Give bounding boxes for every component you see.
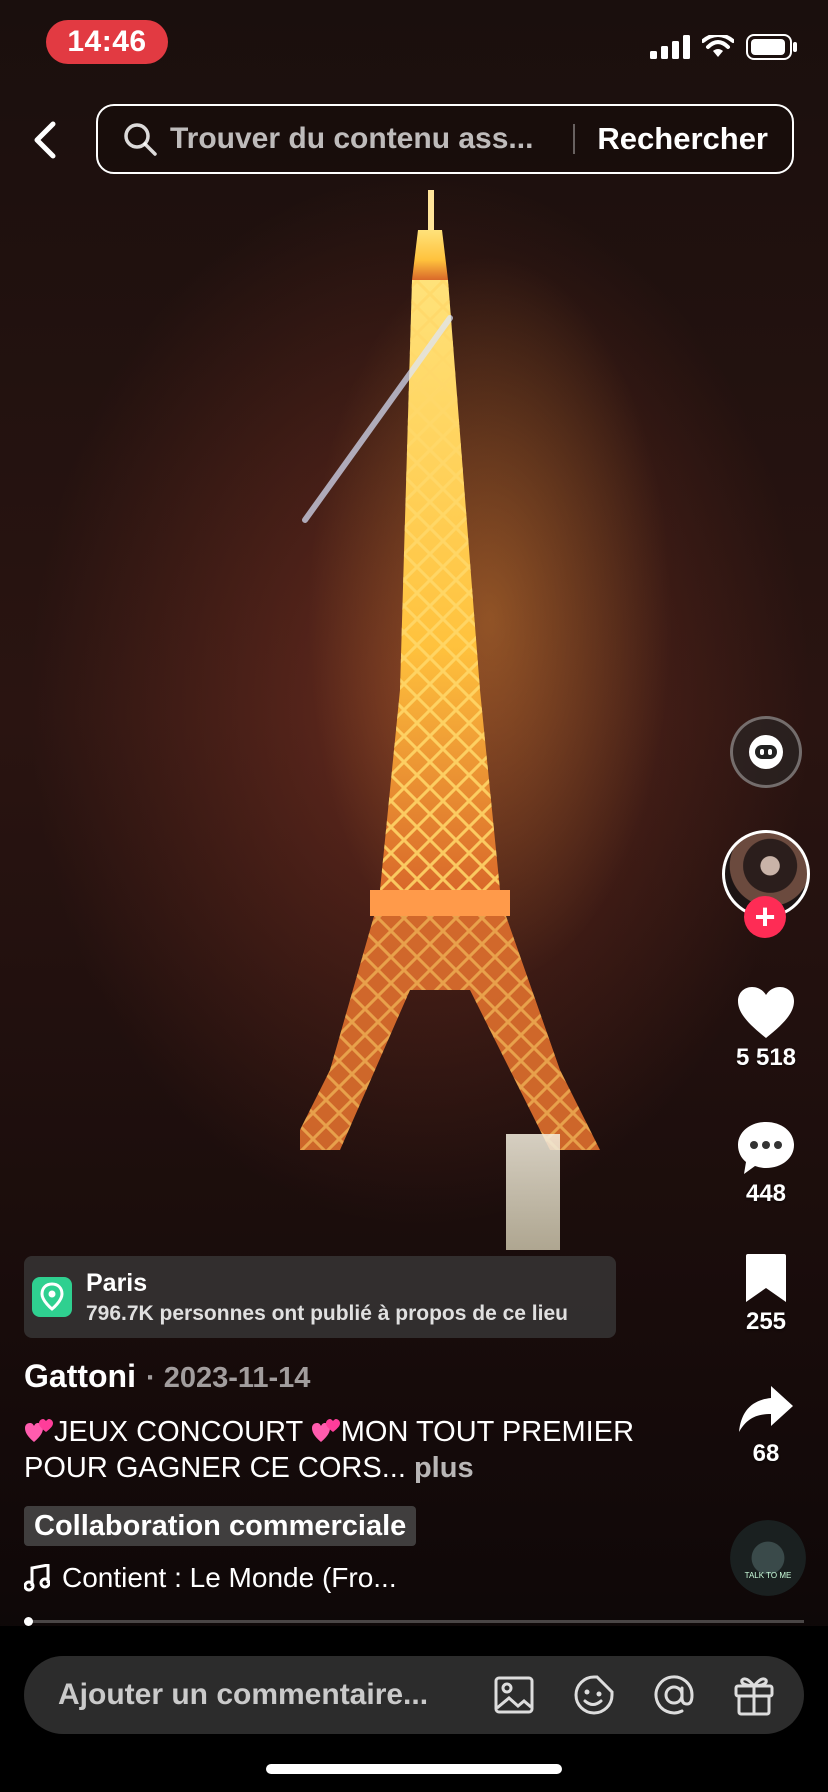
music-disc-label: TALK TO ME xyxy=(744,1571,792,1580)
save-count: 255 xyxy=(745,1308,787,1335)
save-button[interactable]: 255 xyxy=(722,1252,810,1336)
comment-bar[interactable]: Ajouter un commentaire... xyxy=(24,1656,804,1734)
ai-assistant-button[interactable] xyxy=(730,716,802,788)
follow-button[interactable]: + xyxy=(744,896,786,938)
search-button[interactable]: Rechercher xyxy=(597,121,768,157)
status-icons xyxy=(650,34,798,60)
image-icon xyxy=(494,1676,534,1714)
window-light xyxy=(506,1134,560,1250)
status-time: 14:46 xyxy=(46,20,168,64)
like-count: 5 518 xyxy=(735,1044,797,1071)
bookmark-icon xyxy=(746,1254,786,1302)
wifi-icon xyxy=(702,35,734,57)
location-name: Paris xyxy=(86,1268,148,1297)
light-beam xyxy=(302,315,453,523)
location-card[interactable]: Paris 796.7K personnes ont publié à prop… xyxy=(24,1256,616,1338)
mention-icon xyxy=(654,1675,694,1715)
gift-button[interactable] xyxy=(732,1673,776,1717)
author-line: Gattoni · 2023-11-14 xyxy=(24,1358,310,1395)
caption-more-button[interactable]: plus xyxy=(414,1452,474,1484)
share-button[interactable]: 68 xyxy=(722,1384,810,1468)
heart-icon xyxy=(738,987,794,1038)
gift-icon xyxy=(734,1677,774,1716)
post-caption[interactable]: JEUX CONCOURT MON TOUT PREMIER POUR GAGN… xyxy=(24,1414,634,1486)
search-bar[interactable]: Trouver du contenu ass... Rechercher xyxy=(96,104,794,174)
post-date: · 2023-11-14 xyxy=(145,1362,311,1394)
author-name[interactable]: Gattoni xyxy=(24,1358,136,1395)
back-icon xyxy=(34,121,56,159)
search-input[interactable]: Trouver du contenu ass... xyxy=(170,122,551,156)
comment-button[interactable]: 448 xyxy=(722,1120,810,1208)
music-line[interactable]: Contient : Le Monde (Fro... xyxy=(24,1562,397,1594)
search-divider xyxy=(573,124,576,154)
progress-handle[interactable] xyxy=(24,1617,33,1626)
caption-part1: JEUX CONCOURT xyxy=(54,1416,311,1448)
music-note-icon xyxy=(24,1564,50,1592)
home-indicator[interactable] xyxy=(266,1764,562,1774)
video-progress-bar[interactable] xyxy=(24,1617,804,1626)
share-icon xyxy=(739,1386,793,1432)
comment-icon xyxy=(738,1122,794,1174)
comment-input[interactable]: Ajouter un commentaire... xyxy=(58,1678,492,1712)
two-hearts-icon xyxy=(25,1419,53,1442)
comment-count: 448 xyxy=(745,1180,787,1207)
location-pin-icon xyxy=(32,1277,72,1317)
mention-button[interactable] xyxy=(652,1673,696,1717)
music-title: Contient : Le Monde (Fro... xyxy=(62,1562,397,1593)
emoji-icon xyxy=(574,1675,614,1715)
search-icon xyxy=(124,123,157,156)
music-disc[interactable]: TALK TO ME xyxy=(730,1520,806,1596)
signal-icon xyxy=(650,35,690,59)
collab-badge[interactable]: Collaboration commerciale xyxy=(24,1506,417,1546)
two-hearts-icon xyxy=(311,1419,340,1442)
location-subtitle: 796.7K personnes ont publié à propos de … xyxy=(86,1301,568,1325)
battery-icon xyxy=(746,34,797,60)
robot-icon xyxy=(749,735,783,769)
back-button[interactable] xyxy=(26,118,62,162)
share-count: 68 xyxy=(752,1440,780,1467)
like-button[interactable]: 5 518 xyxy=(722,986,810,1072)
emoji-button[interactable] xyxy=(572,1673,616,1717)
image-button[interactable] xyxy=(492,1673,536,1717)
